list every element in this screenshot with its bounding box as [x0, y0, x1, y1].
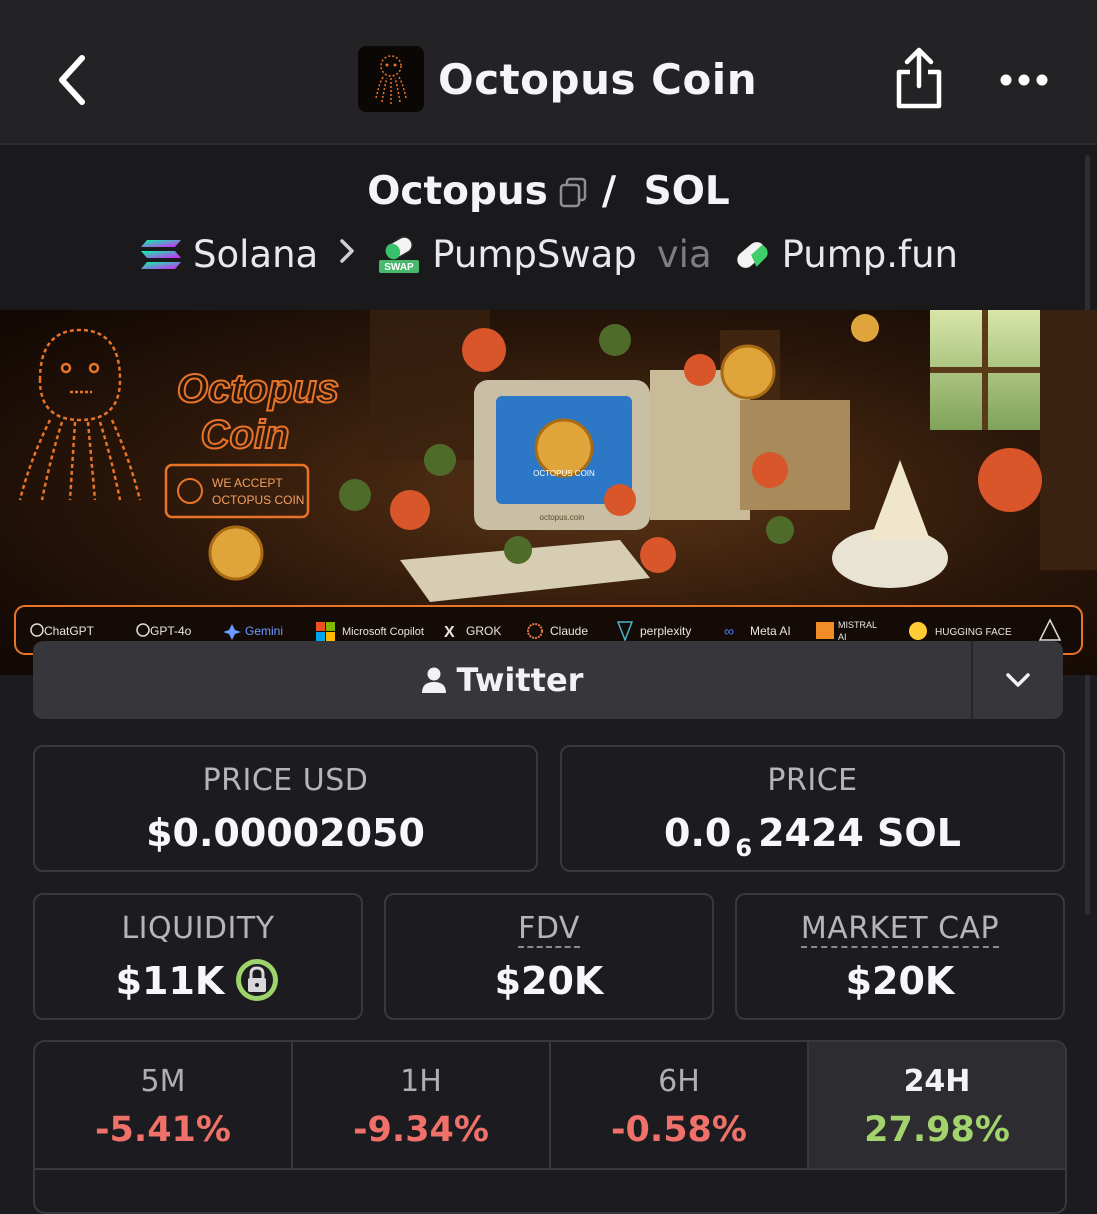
price-usd-card: PRICE USD $0.00002050: [33, 745, 538, 872]
ai-logo-claude: Claude: [550, 624, 588, 638]
top-bar: Octopus Coin: [0, 0, 1097, 145]
ai-logo-perplexity: perplexity: [640, 624, 691, 638]
quote-token: SOL: [643, 169, 730, 214]
banner-accept-line2: OCTOPUS COIN: [212, 493, 304, 507]
chevron-down-icon: [1006, 673, 1030, 687]
banner-logo-line1: Octopus: [177, 367, 339, 411]
market-cap-card: MARKET CAP $20K: [735, 893, 1065, 1020]
ai-logo-gemini: Gemini: [245, 624, 283, 638]
price-change-tabs: 5M -5.41% 1H -9.34% 6H -0.58% 24H 27.98%: [33, 1040, 1067, 1214]
lock-icon[interactable]: [234, 957, 280, 1003]
price-sol-rest: 2424 SOL: [758, 811, 961, 855]
tab-1h[interactable]: 1H -9.34%: [293, 1042, 551, 1168]
ai-logo-grok: GROK: [466, 624, 501, 638]
tab-5m[interactable]: 5M -5.41%: [35, 1042, 293, 1168]
base-token: Octopus: [367, 169, 548, 214]
price-sol-zero-count: 6: [735, 834, 753, 862]
svg-text:X: X: [444, 624, 455, 641]
token-banner: Octopus Coin WE ACCEPT OCTOPUS COIN OCTO…: [0, 310, 1097, 675]
pumpswap-icon: SWAP: [379, 235, 420, 273]
ai-logo-mistral: MISTRAL: [838, 620, 877, 630]
chain-link[interactable]: Solana: [193, 233, 318, 276]
price-usd-value: $0.00002050: [146, 811, 425, 855]
user-icon: [421, 667, 446, 693]
tab-6h-change: -0.58%: [611, 1110, 747, 1150]
ai-logo-chatgpt: ChatGPT: [44, 624, 95, 638]
copy-icon[interactable]: [558, 176, 588, 208]
liquidity-value: $11K: [115, 959, 225, 1003]
banner-site-text: octopus.coin: [540, 513, 585, 522]
price-usd-label: PRICE USD: [202, 763, 369, 798]
tab-5m-change: -5.41%: [95, 1110, 231, 1150]
pair-header: Octopus / SOL Solana SWAP PumpSwap via P…: [0, 145, 1097, 310]
ai-logo-copilot: Microsoft Copilot: [342, 626, 424, 638]
fdv-value: $20K: [494, 959, 604, 1003]
via-label: via: [656, 233, 712, 276]
back-button[interactable]: [50, 50, 100, 110]
price-sol-label: PRICE: [767, 763, 858, 798]
price-sol-value: 0.0 6 2424 SOL: [562, 811, 1063, 862]
tab-6h[interactable]: 6H -0.58%: [551, 1042, 809, 1168]
pair-name: Octopus / SOL: [0, 167, 1097, 214]
share-icon: [896, 47, 942, 109]
banner-screen-text: OCTOPUS COIN: [533, 469, 595, 478]
more-horizontal-icon: [1000, 74, 1048, 86]
fdv-label[interactable]: FDV: [518, 911, 580, 948]
pumpfun-icon: [736, 241, 768, 268]
liquidity-card: LIQUIDITY $11K: [33, 893, 363, 1020]
tab-24h[interactable]: 24H 27.98%: [809, 1042, 1065, 1168]
twitter-button[interactable]: Twitter: [33, 641, 971, 719]
tab-6h-label: 6H: [658, 1064, 700, 1099]
svg-text:∞: ∞: [724, 623, 734, 639]
ai-logo-huggingface: HUGGING FACE: [935, 627, 1012, 638]
price-sol-prefix: 0.0: [664, 811, 732, 855]
twitter-label: Twitter: [456, 661, 584, 699]
launchpad-link[interactable]: Pump.fun: [782, 233, 958, 276]
token-logo: [358, 46, 424, 112]
title-group: Octopus Coin: [358, 45, 757, 113]
liquidity-label: LIQUIDITY: [121, 911, 275, 946]
tab-5m-label: 5M: [140, 1064, 186, 1099]
market-cap-label[interactable]: MARKET CAP: [800, 911, 1000, 948]
social-dropdown-button[interactable]: [971, 641, 1063, 719]
solana-icon: [141, 239, 182, 269]
price-sol-card: PRICE 0.0 6 2424 SOL: [560, 745, 1065, 872]
pair-slash: /: [601, 169, 617, 214]
chevron-left-icon: [59, 55, 85, 105]
market-cap-value: $20K: [845, 959, 955, 1003]
share-button[interactable]: [893, 46, 945, 110]
ai-logo-gpt4o: GPT-4o: [150, 624, 192, 638]
banner-logo-line2: Coin: [201, 413, 290, 457]
swap-badge-text: SWAP: [384, 262, 414, 273]
tab-1h-label: 1H: [400, 1064, 442, 1099]
fdv-card: FDV $20K: [384, 893, 714, 1020]
more-options-button[interactable]: [996, 60, 1052, 100]
tab-24h-change: 27.98%: [864, 1110, 1010, 1150]
chain-breadcrumb: Solana SWAP PumpSwap via Pump.fun: [0, 233, 1097, 276]
tab-24h-label: 24H: [903, 1064, 971, 1099]
ai-logo-meta: Meta AI: [750, 624, 791, 638]
chevron-right-icon: [338, 237, 356, 273]
banner-accept-line1: WE ACCEPT: [212, 476, 283, 490]
tab-1h-change: -9.34%: [353, 1110, 489, 1150]
social-links-bar: Twitter: [33, 641, 1063, 719]
liquidity-value-wrap: $11K: [35, 957, 361, 1007]
page-title: Octopus Coin: [438, 54, 758, 104]
dex-link[interactable]: PumpSwap: [432, 233, 637, 276]
